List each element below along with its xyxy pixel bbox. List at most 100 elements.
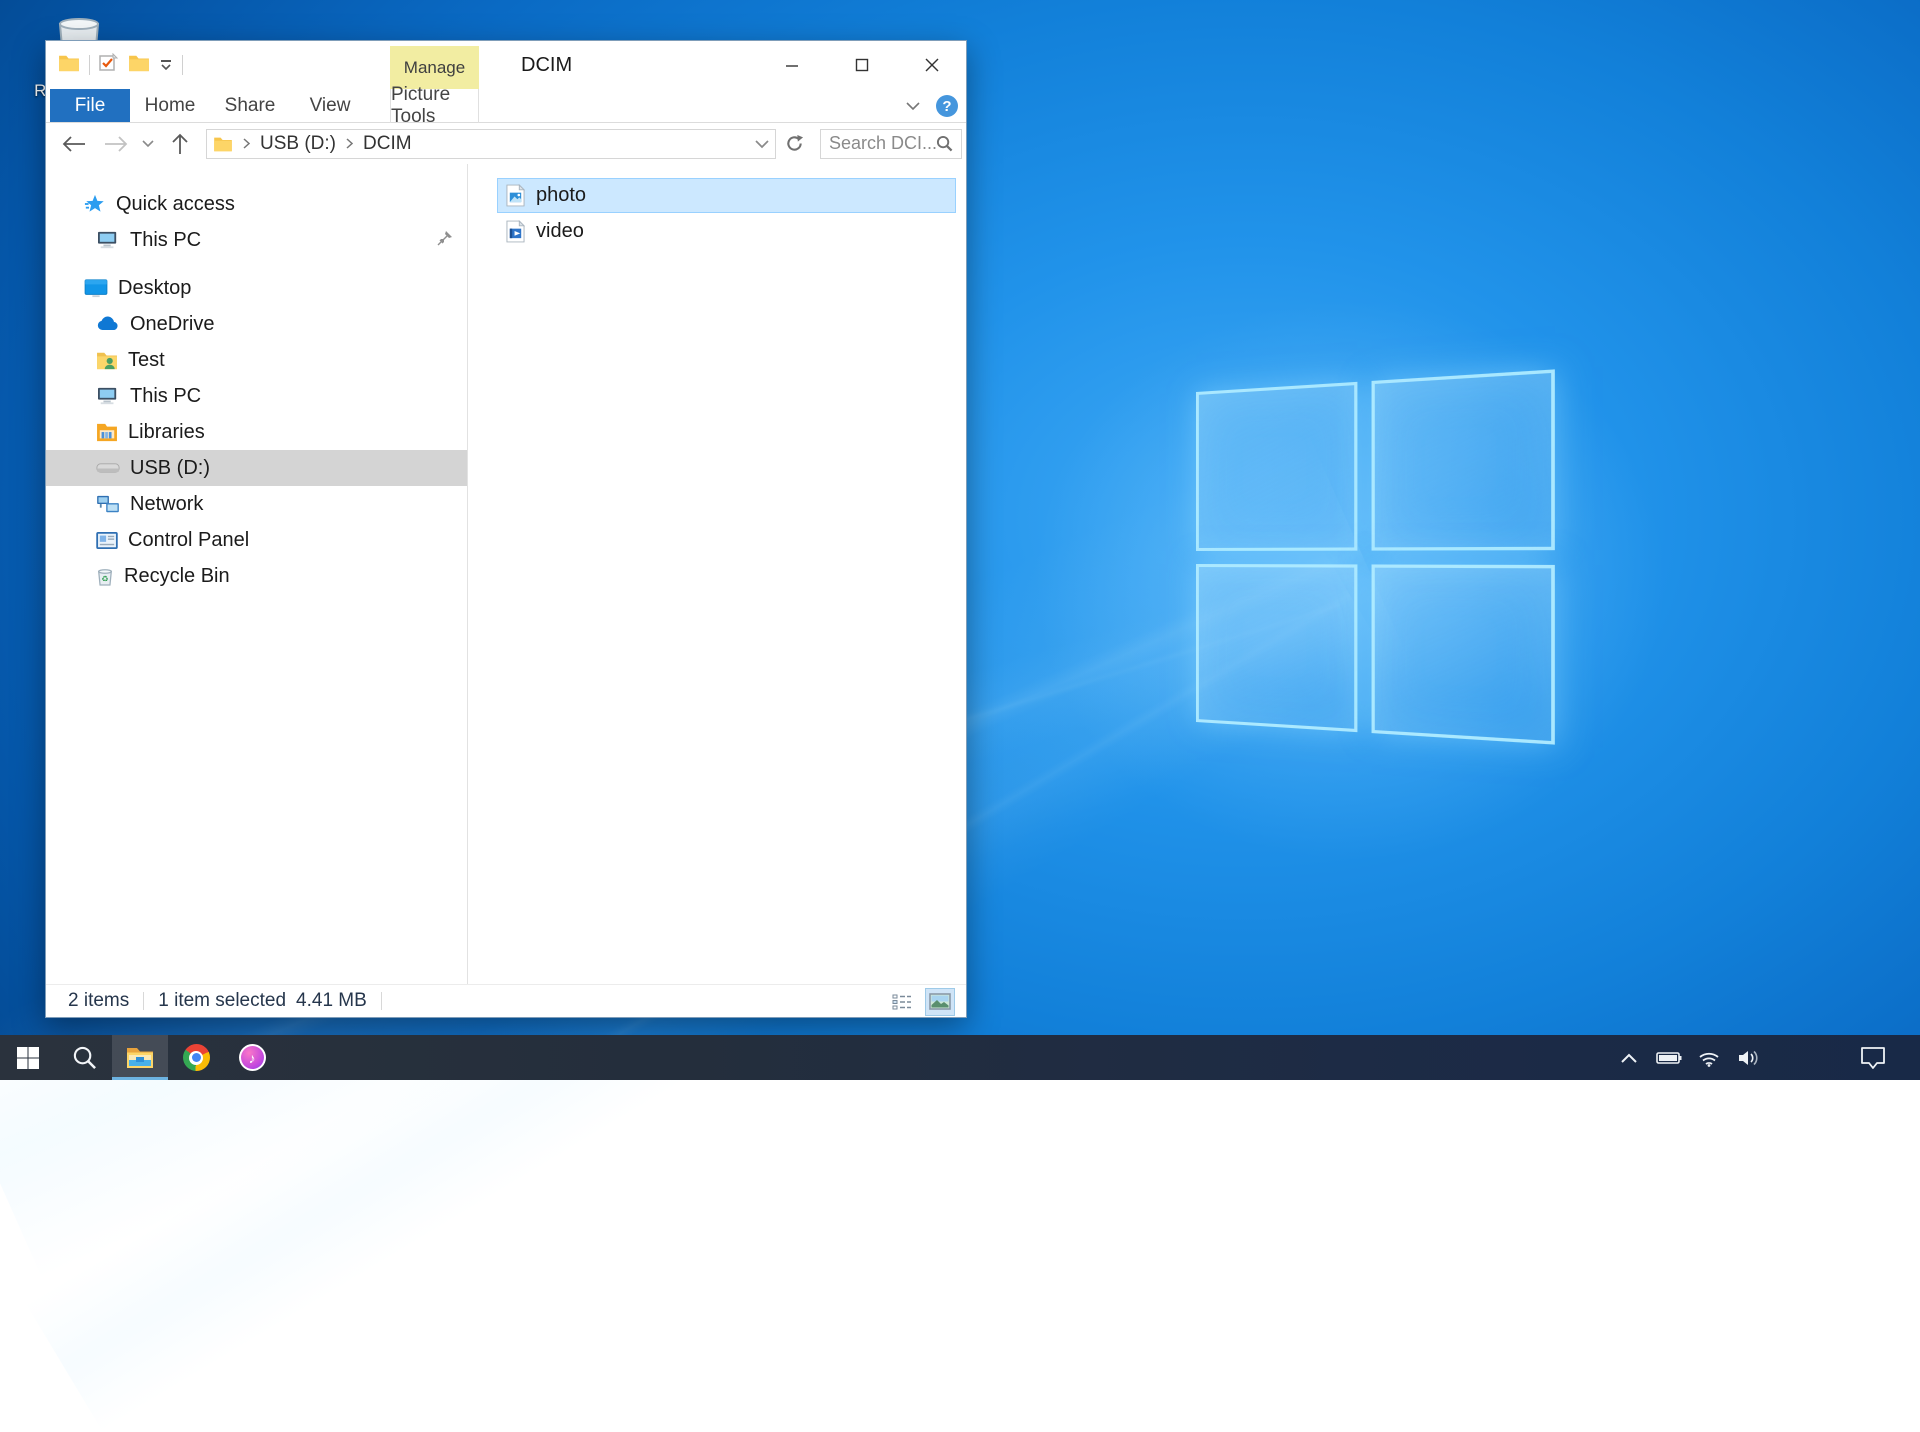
title-bar[interactable]: Manage DCIM <box>46 41 966 89</box>
maximize-button[interactable] <box>834 41 890 89</box>
quick-access-toolbar <box>58 41 183 89</box>
navigation-bar: USB (D:) DCIM Search DCI... <box>46 123 966 164</box>
chrome-icon <box>183 1044 210 1071</box>
toolbar-separator <box>182 55 183 75</box>
sidebar-item-label: USB (D:) <box>130 457 210 480</box>
window-title: DCIM <box>521 41 572 89</box>
sidebar-item-label: Network <box>130 493 203 516</box>
pin-icon <box>437 229 453 252</box>
system-tray <box>1612 1035 1920 1080</box>
battery-icon[interactable] <box>1652 1035 1686 1080</box>
search-icon[interactable] <box>936 135 953 152</box>
sidebar-item-quick-access[interactable]: Quick access <box>46 186 467 222</box>
sidebar-item-label: Libraries <box>128 421 205 444</box>
address-bar[interactable]: USB (D:) DCIM <box>206 129 776 159</box>
sidebar-item-recycle-bin[interactable]: ♻ Recycle Bin <box>46 558 467 594</box>
tab-share[interactable]: Share <box>210 89 290 122</box>
new-folder-button[interactable] <box>128 54 150 77</box>
forward-button[interactable] <box>102 136 130 152</box>
taskbar-itunes-button[interactable]: ♪ <box>224 1035 280 1080</box>
toolbar-separator <box>89 55 90 75</box>
sidebar-item-onedrive[interactable]: OneDrive <box>46 306 467 342</box>
sidebar-item-label: OneDrive <box>130 313 214 336</box>
breadcrumb-usb[interactable]: USB (D:) <box>260 133 336 155</box>
properties-button[interactable] <box>99 53 119 78</box>
onedrive-cloud-icon <box>96 316 120 332</box>
taskbar: ♪ <box>0 1035 1920 1080</box>
wifi-icon[interactable] <box>1692 1035 1726 1080</box>
action-center-icon[interactable] <box>1856 1035 1890 1080</box>
sidebar-item-label: Recycle Bin <box>124 565 230 588</box>
breadcrumb-chevron-icon <box>346 133 353 155</box>
window-controls <box>764 41 960 89</box>
sidebar-item-desktop[interactable]: Desktop <box>46 270 467 306</box>
address-dropdown-chevron[interactable] <box>755 133 769 155</box>
sidebar-item-this-pc-pinned[interactable]: This PC <box>46 222 467 258</box>
selection-size: 4.41 MB <box>296 990 367 1012</box>
breadcrumb-chevron-icon <box>243 133 250 155</box>
sidebar-item-label: Test <box>128 349 165 372</box>
minimize-button[interactable] <box>764 41 820 89</box>
search-placeholder: Search DCI... <box>829 133 936 154</box>
recycle-bin-icon: ♻ <box>96 566 114 586</box>
file-list[interactable]: photo video <box>468 164 968 984</box>
file-name: video <box>536 220 584 243</box>
video-file-icon <box>506 220 525 243</box>
libraries-icon <box>96 423 118 442</box>
expand-ribbon-chevron-icon[interactable] <box>906 95 920 117</box>
this-pc-icon <box>96 386 120 406</box>
sidebar-item-control-panel[interactable]: Control Panel <box>46 522 467 558</box>
network-icon <box>96 495 120 514</box>
sidebar-item-label: Desktop <box>118 277 191 300</box>
tab-file[interactable]: File <box>50 89 130 122</box>
file-name: photo <box>536 184 586 207</box>
customize-toolbar-dropdown[interactable] <box>159 60 173 70</box>
sidebar-item-usb-selected[interactable]: USB (D:) <box>46 450 467 486</box>
file-explorer-window: Manage DCIM File Home Share View Picture… <box>45 40 967 1018</box>
up-button[interactable] <box>166 133 194 155</box>
taskbar-search-button[interactable] <box>56 1035 112 1080</box>
details-view-button[interactable] <box>888 989 916 1015</box>
sidebar-item-label: This PC <box>130 385 201 408</box>
image-file-icon <box>506 184 525 207</box>
volume-icon[interactable] <box>1732 1035 1766 1080</box>
sidebar-item-network[interactable]: Network <box>46 486 467 522</box>
search-icon <box>72 1045 97 1070</box>
thumbnail-view-button[interactable] <box>926 989 954 1015</box>
taskbar-file-explorer-button[interactable] <box>112 1035 168 1080</box>
start-button[interactable] <box>0 1035 56 1080</box>
sidebar-item-test[interactable]: Test <box>46 342 467 378</box>
quick-access-icon <box>84 193 106 215</box>
taskbar-chrome-button[interactable] <box>168 1035 224 1080</box>
file-item-video[interactable]: video <box>497 214 956 249</box>
usb-drive-icon <box>96 461 120 475</box>
file-item-photo[interactable]: photo <box>497 178 956 213</box>
itunes-icon: ♪ <box>239 1044 266 1071</box>
file-explorer-icon <box>126 1046 154 1069</box>
bar-icon <box>161 60 171 62</box>
breadcrumb-dcim[interactable]: DCIM <box>363 133 412 155</box>
tab-picture-tools[interactable]: Picture Tools <box>390 89 479 123</box>
close-button[interactable] <box>904 41 960 89</box>
help-icon[interactable]: ? <box>936 95 958 117</box>
refresh-button[interactable] <box>776 129 812 159</box>
tab-view[interactable]: View <box>290 89 370 122</box>
back-button[interactable] <box>60 136 88 152</box>
sidebar-item-libraries[interactable]: Libraries <box>46 414 467 450</box>
sidebar-item-this-pc[interactable]: This PC <box>46 378 467 414</box>
logo-pane <box>1196 382 1357 551</box>
recent-locations-chevron[interactable] <box>138 140 158 148</box>
folder-icon <box>213 136 233 152</box>
tab-home[interactable]: Home <box>130 89 210 122</box>
hidden-icons-chevron[interactable] <box>1612 1035 1646 1080</box>
chevron-down-icon <box>161 64 171 70</box>
contextual-group-manage[interactable]: Manage <box>390 46 479 89</box>
search-input[interactable]: Search DCI... <box>820 129 962 159</box>
svg-text:♻: ♻ <box>101 574 108 583</box>
control-panel-icon <box>96 532 118 549</box>
sidebar-item-label: Quick access <box>116 193 235 216</box>
status-bar: 2 items 1 item selected 4.41 MB <box>46 984 966 1017</box>
this-pc-icon <box>96 230 120 250</box>
ribbon-tabs: File Home Share View Picture Tools ? <box>46 89 966 123</box>
logo-pane <box>1371 369 1555 550</box>
